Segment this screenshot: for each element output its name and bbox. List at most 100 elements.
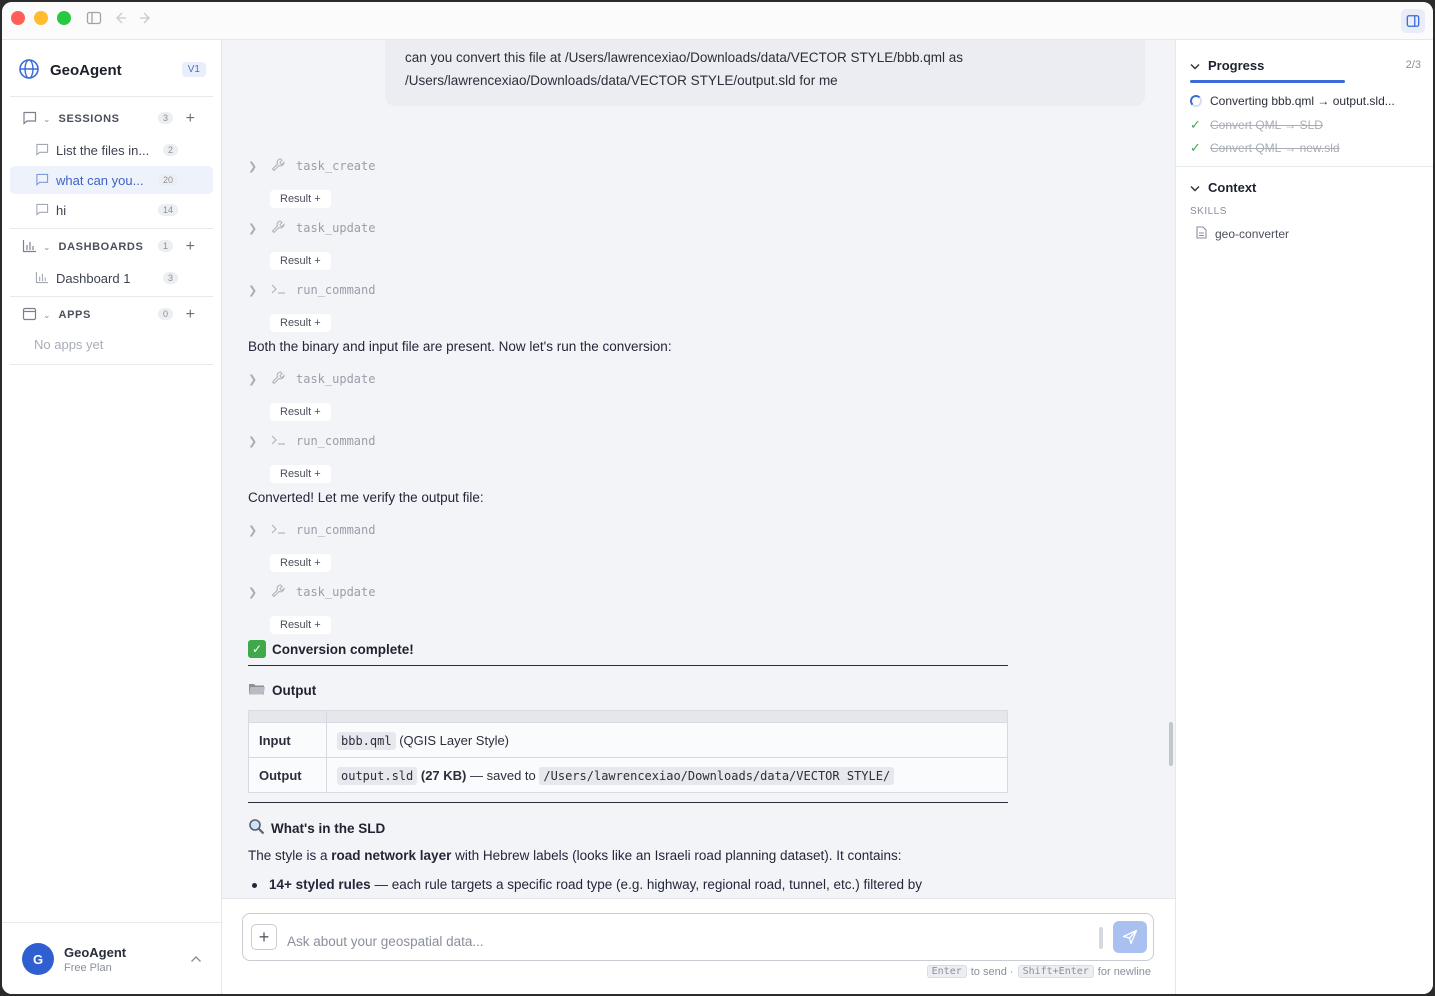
sidebar-toggle-icon[interactable] (86, 10, 104, 28)
result-toggle-button[interactable]: Result + (270, 616, 331, 634)
table-cell-text: — saved to (470, 767, 536, 783)
message-composer[interactable]: + Ask about your geospatial data... (242, 913, 1154, 961)
completion-heading-text: Conversion complete! (272, 641, 414, 657)
dashboard-item[interactable]: Dashboard 1 3 (10, 264, 213, 292)
attach-button[interactable]: + (251, 924, 277, 950)
task-item-in-progress: Converting bbb.qml → output.sld... (1190, 94, 1395, 108)
dashboards-label: DASHBOARDS (58, 241, 144, 253)
session-item[interactable]: List the files in... 2 (10, 136, 213, 164)
tool-call-task-update[interactable]: ❯ task_update (248, 581, 375, 603)
task-label: Convert QML → new.sld (1210, 141, 1340, 155)
message-input[interactable]: Ask about your geospatial data... (287, 934, 484, 949)
dashboards-count-badge: 1 (157, 240, 173, 252)
table-cell-text: (QGIS Layer Style) (399, 732, 510, 748)
chat-area: can you convert this file at /Users/lawr… (222, 40, 1175, 994)
apps-section-header[interactable]: ⌄ APPS 0 + (22, 305, 207, 325)
tool-call-task-update[interactable]: ❯ task_update (248, 368, 375, 390)
table-row: Output output.sld (27 KB) — saved to /Us… (248, 757, 1008, 793)
context-label: Context (1208, 180, 1257, 195)
send-button[interactable] (1113, 921, 1147, 953)
scrollbar-thumb[interactable] (1169, 722, 1173, 766)
task-label: Converting bbb.qml → output.sld... (1210, 94, 1395, 108)
dashboards-section-header[interactable]: ⌄ DASHBOARDS 1 + (22, 237, 207, 257)
text-run: — each rule targets a specific road type… (370, 877, 922, 892)
spinner-icon (1190, 95, 1202, 107)
chevron-down-icon: ⌄ (43, 309, 51, 320)
result-toggle-button[interactable]: Result + (270, 403, 331, 421)
divider (1176, 166, 1433, 167)
terminal-icon (270, 282, 294, 299)
session-item-label: what can you... (56, 172, 144, 188)
result-toggle-button[interactable]: Result + (270, 314, 331, 332)
path-code: /Users/lawrencexiao/Downloads/data/VECTO… (539, 766, 895, 785)
user-message-line: /Users/lawrencexiao/Downloads/data/VECTO… (405, 73, 838, 88)
check-icon: ✓ (1190, 117, 1201, 132)
terminal-icon (270, 522, 294, 539)
divider (248, 665, 1008, 666)
tool-call-task-create[interactable]: ❯ task_create (248, 155, 375, 177)
wrench-icon (270, 219, 294, 238)
send-icon (1122, 929, 1138, 945)
session-item-count: 20 (157, 174, 178, 186)
add-app-button[interactable]: + (186, 305, 195, 325)
skill-name: geo-converter (1215, 227, 1290, 241)
globe-icon (18, 58, 40, 83)
assistant-message: Converted! Let me verify the output file… (248, 490, 484, 505)
sessions-section-header[interactable]: ⌄ SESSIONS 3 + (22, 109, 207, 129)
tool-name: run_command (296, 283, 376, 297)
result-toggle-button[interactable]: Result + (270, 554, 331, 572)
forward-arrow-icon[interactable] (138, 10, 156, 28)
minimize-window-button[interactable] (34, 11, 48, 25)
chevron-right-icon: ❯ (248, 222, 258, 235)
tool-call-run-command[interactable]: ❯ run_command (248, 519, 375, 541)
sld-heading: What's in the SLD (248, 818, 385, 838)
table-cell-value: output.sld (27 KB) — saved to /Users/law… (326, 757, 1008, 793)
back-arrow-icon[interactable] (112, 10, 130, 28)
chevron-up-icon[interactable] (190, 951, 202, 966)
tool-call-run-command[interactable]: ❯ run_command (248, 279, 375, 301)
avatar: G (22, 943, 54, 975)
bar-chart-icon (35, 271, 49, 287)
sld-heading-text: What's in the SLD (271, 820, 386, 836)
chevron-right-icon: ❯ (248, 524, 258, 537)
user-message: can you convert this file at /Users/lawr… (385, 40, 1145, 106)
sessions-count-badge: 3 (157, 112, 173, 124)
skill-item[interactable]: geo-converter (1196, 226, 1289, 242)
result-toggle-button[interactable]: Result + (270, 190, 331, 208)
chevron-down-icon (1190, 180, 1200, 195)
session-item[interactable]: hi 14 (10, 196, 213, 224)
assistant-message: Both the binary and input file are prese… (248, 339, 672, 354)
right-panel-toggle-button[interactable] (1401, 9, 1425, 33)
close-window-button[interactable] (11, 11, 25, 25)
table-cell-key: Input (248, 722, 327, 758)
tool-call-task-update[interactable]: ❯ task_update (248, 217, 375, 239)
progress-header[interactable]: Progress (1190, 58, 1264, 73)
chevron-right-icon: ❯ (248, 160, 258, 173)
user-account[interactable]: G GeoAgent Free Plan (2, 922, 222, 994)
table-cell-key: Output (248, 757, 327, 793)
wrench-icon (270, 157, 294, 176)
sessions-label: SESSIONS (58, 113, 120, 125)
filename-code: output.sld (337, 766, 418, 785)
maximize-window-button[interactable] (57, 11, 71, 25)
apps-count-badge: 0 (157, 308, 173, 320)
context-header[interactable]: Context (1190, 180, 1256, 195)
progress-count: 2/3 (1405, 59, 1421, 71)
assistant-message: The style is a road network layer with H… (248, 848, 902, 863)
result-toggle-button[interactable]: Result + (270, 465, 331, 483)
add-session-button[interactable]: + (186, 109, 195, 129)
result-toggle-button[interactable]: Result + (270, 252, 331, 270)
keyboard-hint: Enter to send · Shift+Enter for newline (926, 965, 1151, 978)
session-item-active[interactable]: what can you... 20 (10, 166, 213, 194)
brand[interactable]: GeoAgent (18, 58, 122, 83)
enter-key: Enter (926, 965, 967, 978)
chat-bubble-icon (35, 203, 49, 219)
chevron-down-icon: ⌄ (43, 113, 51, 124)
tool-call-run-command[interactable]: ❯ run_command (248, 430, 375, 452)
resize-handle[interactable] (1099, 927, 1103, 949)
add-dashboard-button[interactable]: + (186, 237, 195, 257)
list-item: 14+ styled rules — each rule targets a s… (252, 877, 922, 892)
bullet-dot (252, 882, 257, 888)
composer-area: + Ask about your geospatial data... Ente… (222, 898, 1175, 994)
table-row: Input bbb.qml (QGIS Layer Style) (248, 722, 1008, 758)
